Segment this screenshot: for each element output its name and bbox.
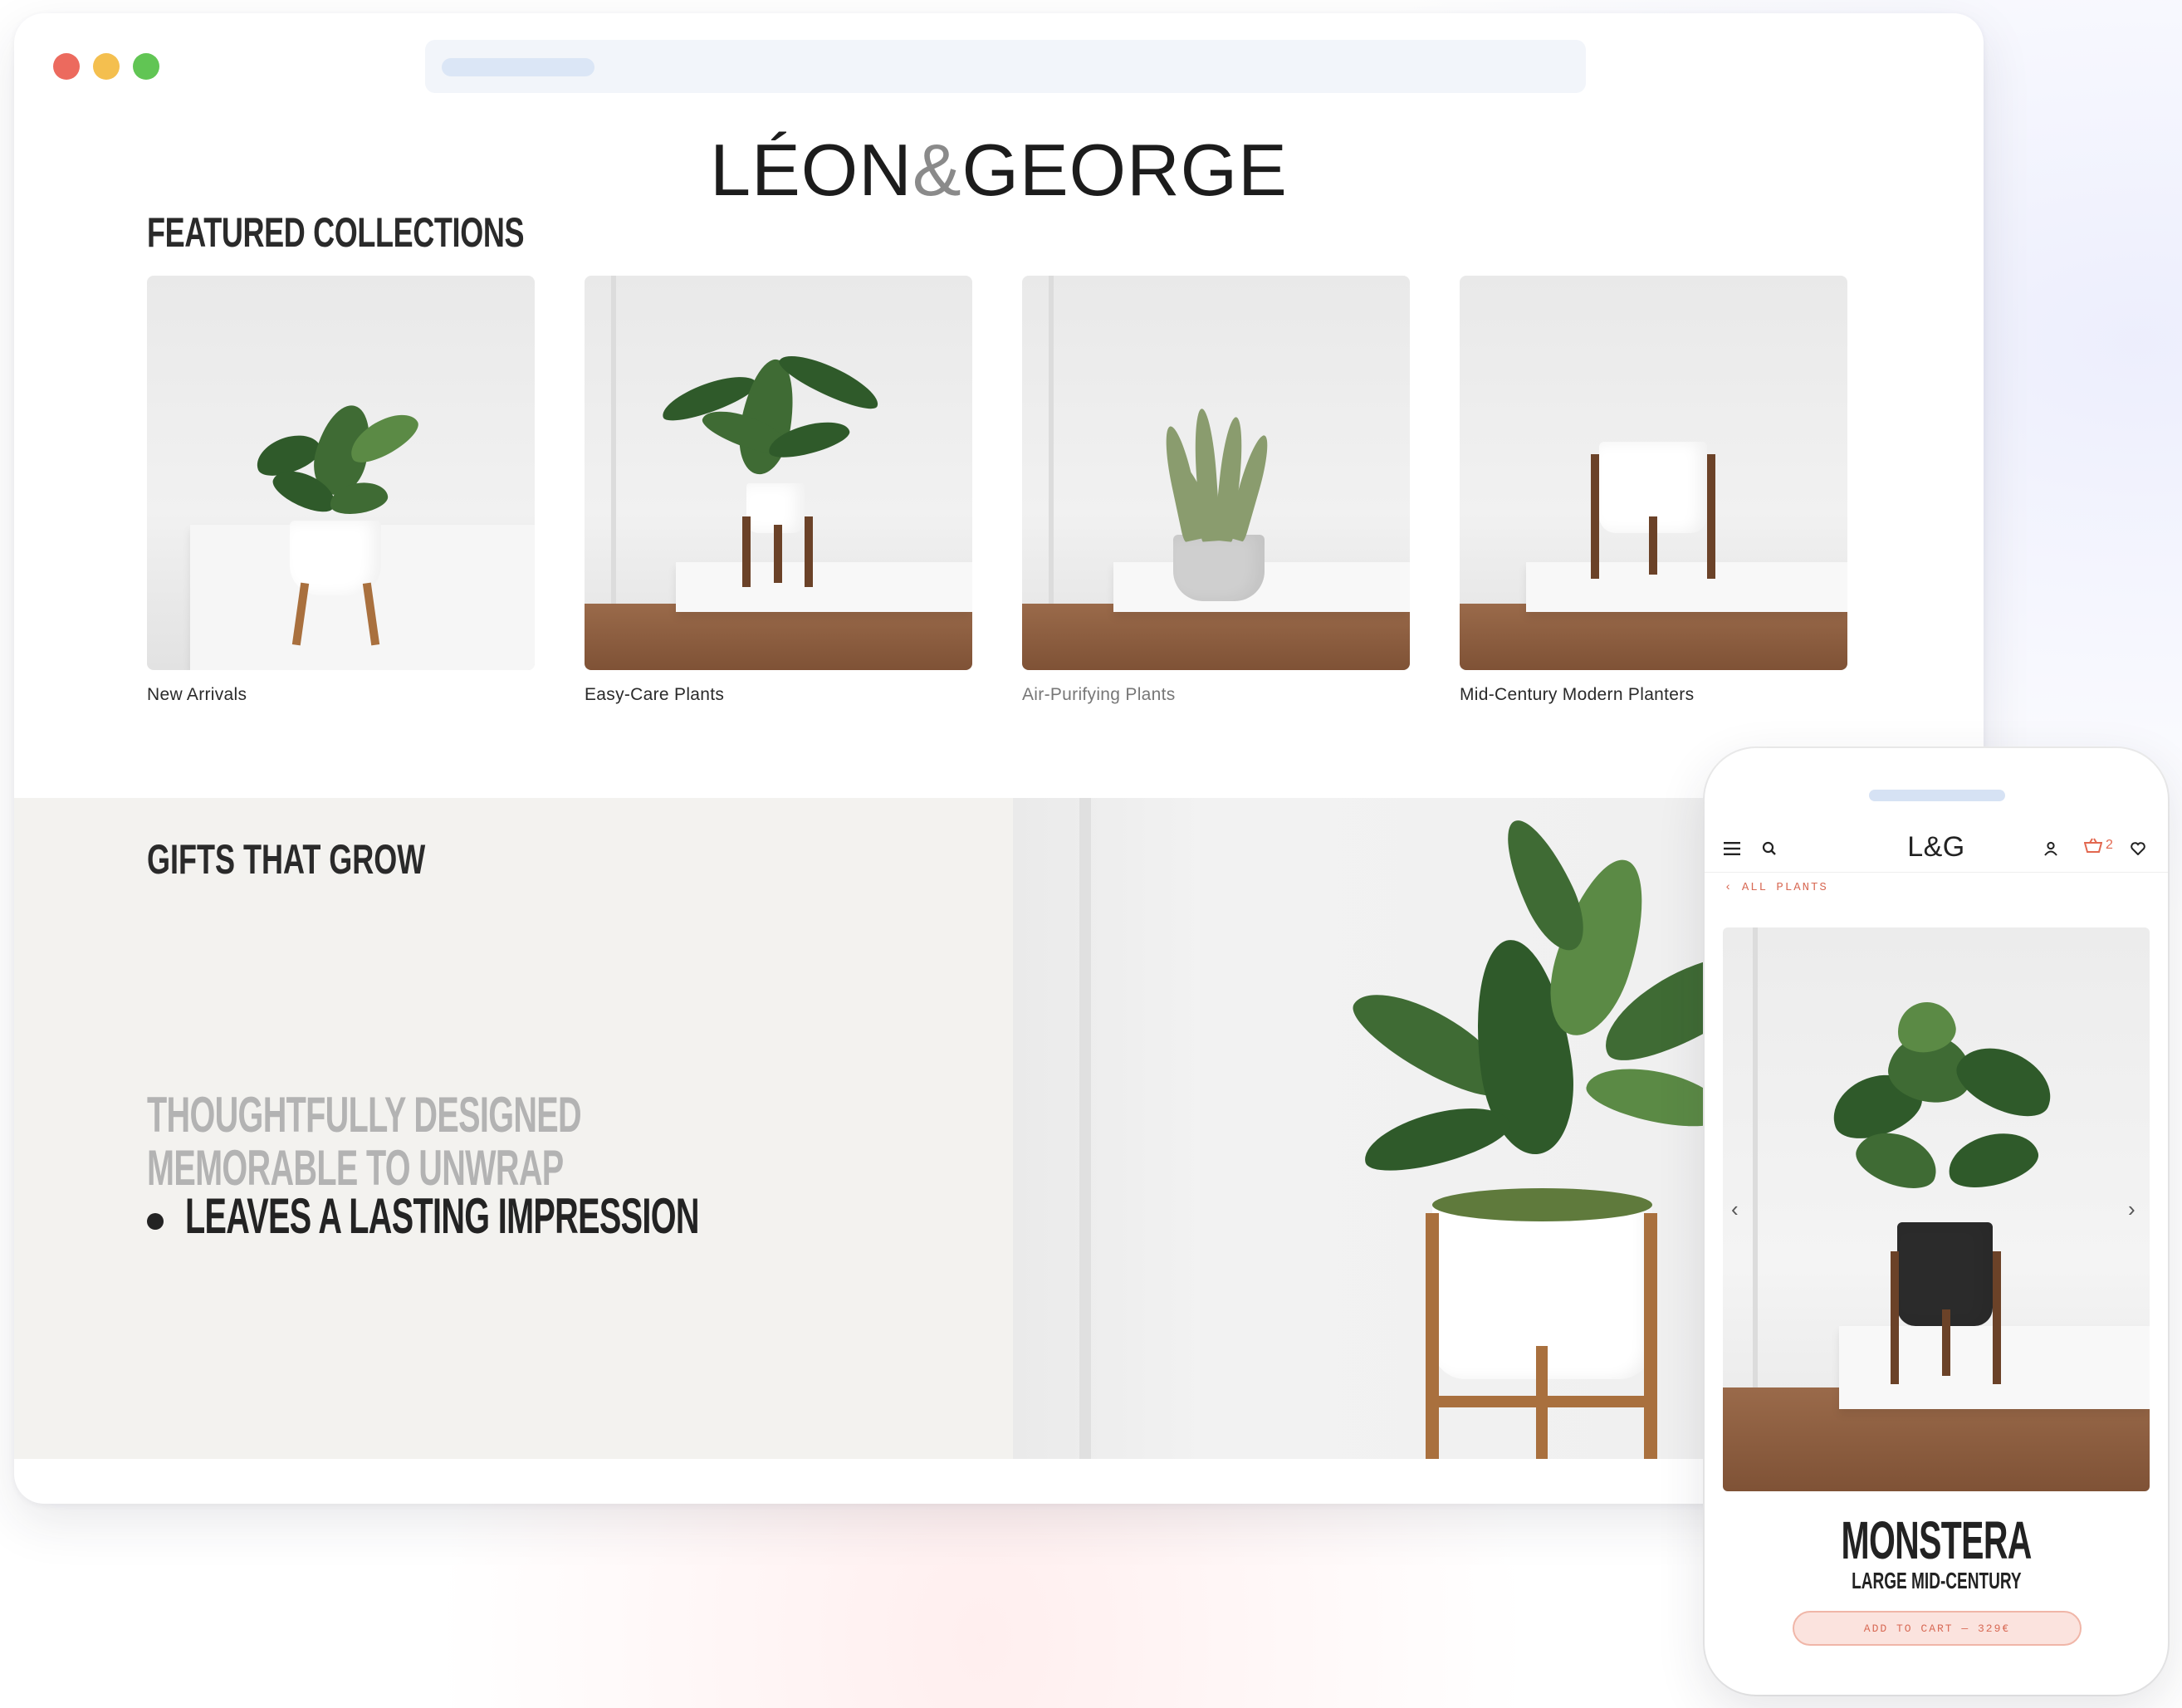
product-title-block: MONSTERA LARGE MID-CENTURY — [1705, 1510, 2168, 1594]
phone-notch — [1869, 790, 2005, 801]
account-icon[interactable] — [2038, 836, 2063, 861]
gift-feature-active-wrap: LEAVES A LASTING IMPRESSION — [185, 1188, 964, 1243]
collection-card-mid-century-planters[interactable]: Mid-Century Modern Planters — [1460, 276, 1847, 705]
stage: LÉON&GEORGE FEATURED COLLECTIONS New Arr… — [0, 0, 2182, 1708]
heart-icon[interactable] — [2126, 836, 2150, 861]
window-minimize-button[interactable] — [93, 53, 120, 80]
gift-feature-line[interactable]: MEMORABLE TO UNWRAP — [147, 1142, 581, 1195]
window-maximize-button[interactable] — [133, 53, 159, 80]
carousel-prev-icon[interactable]: ‹ — [1731, 1197, 1739, 1222]
collection-card-easy-care[interactable]: Easy-Care Plants — [585, 276, 972, 705]
collection-label: Mid-Century Modern Planters — [1460, 685, 1695, 704]
address-bar[interactable] — [425, 40, 1586, 93]
mobile-nav-bar: L&G 2 — [1705, 830, 2168, 873]
product-name: MONSTERA — [1841, 1510, 2032, 1570]
back-link-all-plants[interactable]: ‹ ALL PLANTS — [1725, 881, 1828, 894]
desktop-browser-window: LÉON&GEORGE FEATURED COLLECTIONS New Arr… — [14, 13, 1984, 1504]
collection-label: Easy-Care Plants — [585, 685, 725, 704]
gift-feature-line[interactable]: THOUGHTFULLY DESIGNED — [147, 1089, 582, 1142]
collection-image — [1460, 276, 1847, 670]
collection-label: Air-Purifying Plants — [1022, 685, 1176, 704]
gift-feature-list: THOUGHTFULLY DESIGNED MEMORABLE TO UNWRA… — [147, 1089, 805, 1195]
logo-ampersand: & — [912, 129, 962, 211]
site-logo[interactable]: LÉON&GEORGE — [14, 128, 1984, 213]
carousel-next-icon[interactable]: › — [2128, 1197, 2136, 1222]
basket-icon — [2084, 838, 2102, 853]
collection-grid: New Arrivals Easy-Care Plants Air-Purify… — [147, 276, 1849, 724]
collection-image — [1022, 276, 1410, 670]
chevron-left-icon: ‹ — [1725, 881, 1734, 894]
collection-card-air-purifying[interactable]: Air-Purifying Plants — [1022, 276, 1410, 705]
add-to-cart-button[interactable]: ADD TO CART — 329€ — [1793, 1611, 2082, 1646]
gifts-section: GIFTS THAT GROW THOUGHTFULLY DESIGNED ME… — [14, 798, 1984, 1459]
featured-collections-heading: FEATURED COLLECTIONS — [147, 209, 525, 256]
active-bullet-icon — [147, 1213, 164, 1230]
product-variant: LARGE MID-CENTURY — [1851, 1568, 2022, 1593]
cart-count-badge: 2 — [2106, 838, 2113, 852]
logo-text-left: LÉON — [710, 129, 912, 211]
collection-label: New Arrivals — [147, 685, 247, 704]
product-image — [1723, 927, 2150, 1491]
logo-text-right: GEORGE — [961, 129, 1288, 211]
basket-button[interactable]: 2 — [2084, 838, 2113, 853]
collection-image — [147, 276, 535, 670]
collection-card-new-arrivals[interactable]: New Arrivals — [147, 276, 535, 705]
gift-feature-line-active[interactable]: LEAVES A LASTING IMPRESSION — [185, 1190, 699, 1243]
window-close-button[interactable] — [53, 53, 80, 80]
mobile-phone-frame: L&G 2 ‹ ALL PLANTS ‹ › MONSTERA LARGE MI… — [1705, 748, 2168, 1695]
back-link-label: ALL PLANTS — [1741, 881, 1828, 894]
collection-image — [585, 276, 972, 670]
gifts-heading: GIFTS THAT GROW — [147, 836, 426, 883]
address-placeholder — [442, 58, 594, 76]
